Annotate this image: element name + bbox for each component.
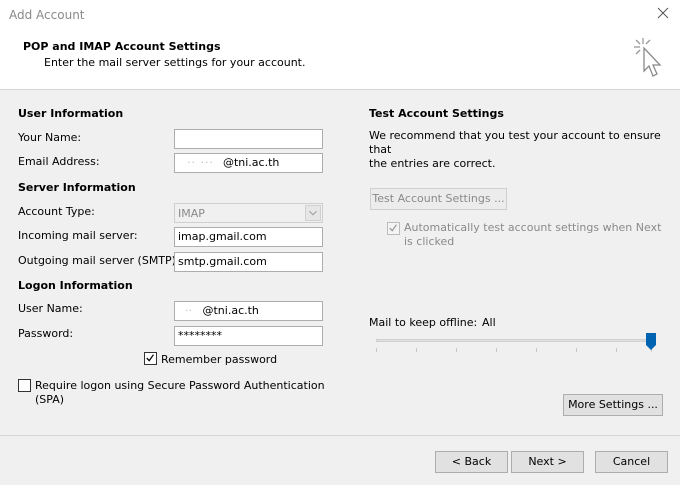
- offline-label: Mail to keep offline:: [369, 316, 478, 329]
- your-name-label: Your Name:: [18, 131, 82, 144]
- email-address-value: @tni.ac.th: [222, 156, 280, 169]
- title-bar: Add Account: [0, 0, 680, 30]
- email-address-field[interactable]: ·· ··· @tni.ac.th: [174, 153, 323, 173]
- offline-slider-track[interactable]: [376, 339, 656, 342]
- more-settings-button[interactable]: More Settings ...: [563, 394, 663, 416]
- slider-tick: [616, 348, 617, 352]
- remember-password-label: Remember password: [161, 353, 278, 366]
- password-label: Password:: [18, 327, 74, 340]
- test-account-settings-button[interactable]: Test Account Settings ...: [370, 188, 507, 210]
- page-subtitle: Enter the mail server settings for your …: [44, 56, 306, 69]
- incoming-server-label: Incoming mail server:: [18, 229, 138, 242]
- window-title: Add Account: [9, 8, 85, 22]
- slider-tick: [376, 348, 377, 352]
- your-name-field[interactable]: [174, 129, 323, 149]
- checkmark-icon: [389, 224, 397, 232]
- user-name-value: @tni.ac.th: [202, 304, 259, 317]
- slider-tick: [536, 348, 537, 352]
- spa-checkbox[interactable]: [18, 379, 31, 392]
- test-settings-desc: We recommend that you test your account …: [369, 129, 680, 171]
- account-type-select: IMAP: [174, 203, 323, 223]
- outgoing-server-field[interactable]: smtp.gmail.com: [174, 252, 323, 272]
- settings-panel: User Information Your Name: Email Addres…: [0, 90, 680, 436]
- outgoing-server-label: Outgoing mail server (SMTP):: [18, 254, 180, 267]
- cancel-button[interactable]: Cancel: [595, 451, 668, 473]
- test-settings-heading: Test Account Settings: [369, 107, 504, 120]
- chevron-down-icon: [305, 205, 321, 221]
- slider-tick: [416, 348, 417, 352]
- account-type-value: IMAP: [178, 207, 205, 220]
- auto-test-label: Automatically test account settings when…: [404, 221, 661, 249]
- cursor-sparkle-icon: [634, 38, 662, 77]
- test-desc-line1: We recommend that you test your account …: [369, 129, 661, 156]
- auto-test-checkbox[interactable]: [387, 222, 400, 235]
- password-field[interactable]: ********: [174, 326, 323, 346]
- wizard-footer: < Back Next > Cancel: [0, 437, 680, 485]
- user-info-heading: User Information: [18, 107, 124, 120]
- auto-test-line1: Automatically test account settings when…: [404, 221, 662, 234]
- offline-slider-thumb[interactable]: [646, 333, 656, 350]
- offline-value: All: [482, 316, 496, 329]
- remember-password-checkbox[interactable]: [144, 352, 157, 365]
- slider-tick: [576, 348, 577, 352]
- spa-label-line1: Require logon using Secure Password Auth…: [35, 379, 325, 392]
- account-type-label: Account Type:: [18, 205, 95, 218]
- email-address-label: Email Address:: [18, 155, 100, 168]
- server-info-heading: Server Information: [18, 181, 136, 194]
- spa-label: Require logon using Secure Password Auth…: [35, 379, 325, 407]
- next-button[interactable]: Next >: [511, 451, 584, 473]
- auto-test-line2: is clicked: [404, 235, 455, 248]
- close-icon[interactable]: [656, 6, 670, 20]
- slider-tick: [496, 348, 497, 352]
- slider-tick: [456, 348, 457, 352]
- spa-label-line2: (SPA): [35, 393, 65, 406]
- logon-info-heading: Logon Information: [18, 279, 133, 292]
- incoming-server-field[interactable]: imap.gmail.com: [174, 227, 323, 247]
- page-title: POP and IMAP Account Settings: [23, 40, 221, 53]
- checkmark-icon: [146, 354, 154, 362]
- user-name-label: User Name:: [18, 302, 83, 315]
- user-name-field[interactable]: ·· @tni.ac.th: [174, 301, 323, 321]
- back-button[interactable]: < Back: [435, 451, 508, 473]
- wizard-header: POP and IMAP Account Settings Enter the …: [0, 30, 680, 90]
- test-desc-line2: the entries are correct.: [369, 157, 496, 170]
